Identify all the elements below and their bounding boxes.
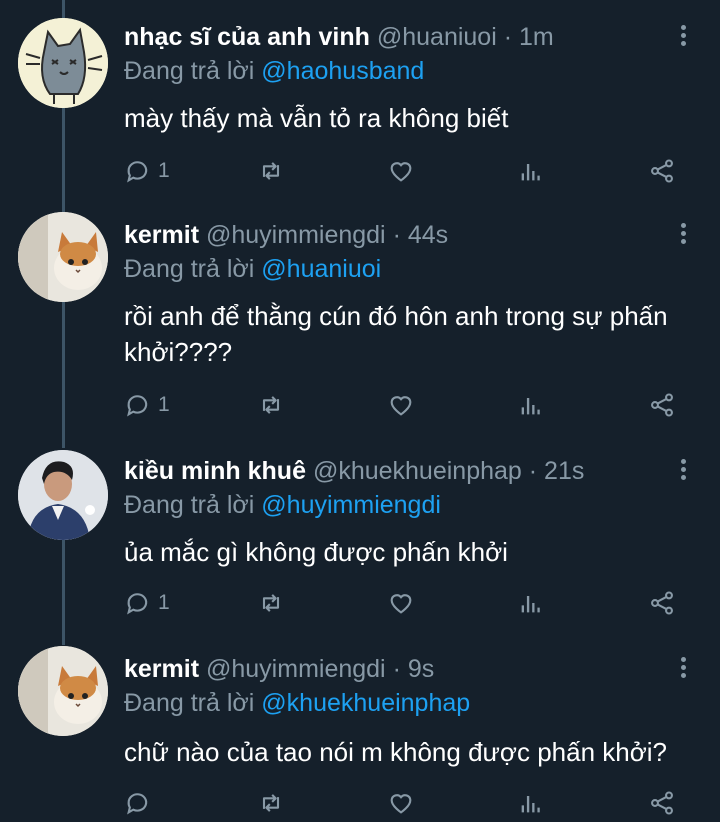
retweet-icon <box>262 162 280 180</box>
thread-line <box>62 302 65 448</box>
timestamp[interactable]: · 21s <box>529 457 585 485</box>
thread-line <box>62 108 65 212</box>
tweet-text: rồi anh để thằng cún đó hôn anh trong sự… <box>124 301 668 367</box>
more-options-icon[interactable] <box>676 22 690 50</box>
cat-photo-avatar-icon <box>18 646 108 736</box>
heart-icon <box>390 162 412 182</box>
like-button[interactable] <box>387 586 415 620</box>
tweet-text: mày thấy mà vẫn tỏ ra không biết <box>124 103 509 133</box>
share-icon <box>651 591 673 615</box>
mention-link[interactable]: @huaniuoi <box>261 255 381 283</box>
retweet-button[interactable] <box>257 154 285 188</box>
like-button[interactable] <box>387 388 415 422</box>
retweet-icon <box>262 396 280 414</box>
share-button[interactable] <box>648 786 676 820</box>
reply-button[interactable]: 1 <box>124 586 170 620</box>
replying-to-label: Đang trả lời <box>124 255 255 283</box>
handle[interactable]: @khuekhueinphap <box>313 457 522 485</box>
analytics-button[interactable] <box>517 154 545 188</box>
tweet-header: kiều minh khuê @khuekhueinphap · 21s <box>124 456 584 486</box>
share-button[interactable] <box>648 388 676 422</box>
reply-icon <box>127 161 148 183</box>
share-icon <box>651 393 673 417</box>
reply-count: 1 <box>158 159 170 182</box>
timestamp[interactable]: · 9s <box>393 655 435 683</box>
tweet-header: kermit @huyimmiengdi · 44s <box>124 220 448 250</box>
tweet-text: ủa mắc gì không được phấn khởi <box>124 537 508 567</box>
replying-to: Đang trả lời @huyimmiengdi <box>124 490 441 520</box>
like-button[interactable] <box>387 154 415 188</box>
analytics-button[interactable] <box>517 786 545 820</box>
heart-icon <box>390 396 412 416</box>
person-photo-avatar-icon <box>18 450 108 540</box>
cat-cartoon-avatar-icon <box>18 18 108 108</box>
tweet-actions <box>124 786 684 820</box>
share-button[interactable] <box>648 154 676 188</box>
mention-link[interactable]: @khuekhueinphap <box>261 689 470 717</box>
heart-icon <box>390 794 412 814</box>
like-button[interactable] <box>387 786 415 820</box>
replying-to-label: Đang trả lời <box>124 689 255 717</box>
replying-to: Đang trả lời @haohusband <box>124 56 424 86</box>
display-name[interactable]: kermit <box>124 655 199 683</box>
reply-button[interactable]: 1 <box>124 154 170 188</box>
reply-icon <box>127 593 148 615</box>
display-name[interactable]: nhạc sĩ của anh vinh <box>124 23 370 51</box>
thread-line <box>62 540 65 645</box>
avatar[interactable] <box>18 18 108 108</box>
analytics-button[interactable] <box>517 388 545 422</box>
tweet-header: nhạc sĩ của anh vinh @huaniuoi · 1m <box>124 22 554 52</box>
more-options-icon[interactable] <box>676 456 690 484</box>
display-name[interactable]: kermit <box>124 221 199 249</box>
analytics-icon <box>521 596 540 613</box>
retweet-button[interactable] <box>257 388 285 422</box>
cat-photo-avatar-icon <box>18 212 108 302</box>
handle[interactable]: @huyimmiengdi <box>206 655 386 683</box>
analytics-button[interactable] <box>517 586 545 620</box>
tweet-text: chữ nào của tao nói m không được phấn kh… <box>124 737 668 767</box>
timestamp[interactable]: · 44s <box>393 221 449 249</box>
thread-line <box>62 0 65 18</box>
mention-link[interactable]: @huyimmiengdi <box>261 491 441 519</box>
reply-count: 1 <box>158 393 170 416</box>
handle[interactable]: @huaniuoi <box>377 23 497 51</box>
more-options-icon[interactable] <box>676 654 690 682</box>
analytics-icon <box>521 164 540 181</box>
tweet-actions: 1 <box>124 154 684 188</box>
display-name[interactable]: kiều minh khuê <box>124 457 306 485</box>
avatar[interactable] <box>18 646 108 736</box>
share-icon <box>651 159 673 183</box>
reply-button[interactable] <box>124 786 158 820</box>
mention-link[interactable]: @haohusband <box>261 57 424 85</box>
replying-to-label: Đang trả lời <box>124 491 255 519</box>
more-options-icon[interactable] <box>676 220 690 248</box>
handle[interactable]: @huyimmiengdi <box>206 221 386 249</box>
tweet-header: kermit @huyimmiengdi · 9s <box>124 654 434 684</box>
retweet-button[interactable] <box>257 586 285 620</box>
reply-icon <box>127 793 148 815</box>
reply-button[interactable]: 1 <box>124 388 170 422</box>
reply-icon <box>127 395 148 417</box>
analytics-icon <box>521 398 540 415</box>
tweet-actions: 1 <box>124 586 684 620</box>
share-icon <box>651 791 673 815</box>
replying-to-label: Đang trả lời <box>124 57 255 85</box>
heart-icon <box>390 594 412 614</box>
avatar[interactable] <box>18 212 108 302</box>
share-button[interactable] <box>648 586 676 620</box>
timestamp[interactable]: · 1m <box>504 23 554 51</box>
reply-count: 1 <box>158 591 170 614</box>
retweet-button[interactable] <box>257 786 285 820</box>
replying-to: Đang trả lời @huaniuoi <box>124 254 381 284</box>
retweet-icon <box>262 594 280 612</box>
retweet-icon <box>262 794 280 812</box>
avatar[interactable] <box>18 450 108 540</box>
tweet-actions: 1 <box>124 388 684 422</box>
analytics-icon <box>521 796 540 813</box>
replying-to: Đang trả lời @khuekhueinphap <box>124 688 470 718</box>
